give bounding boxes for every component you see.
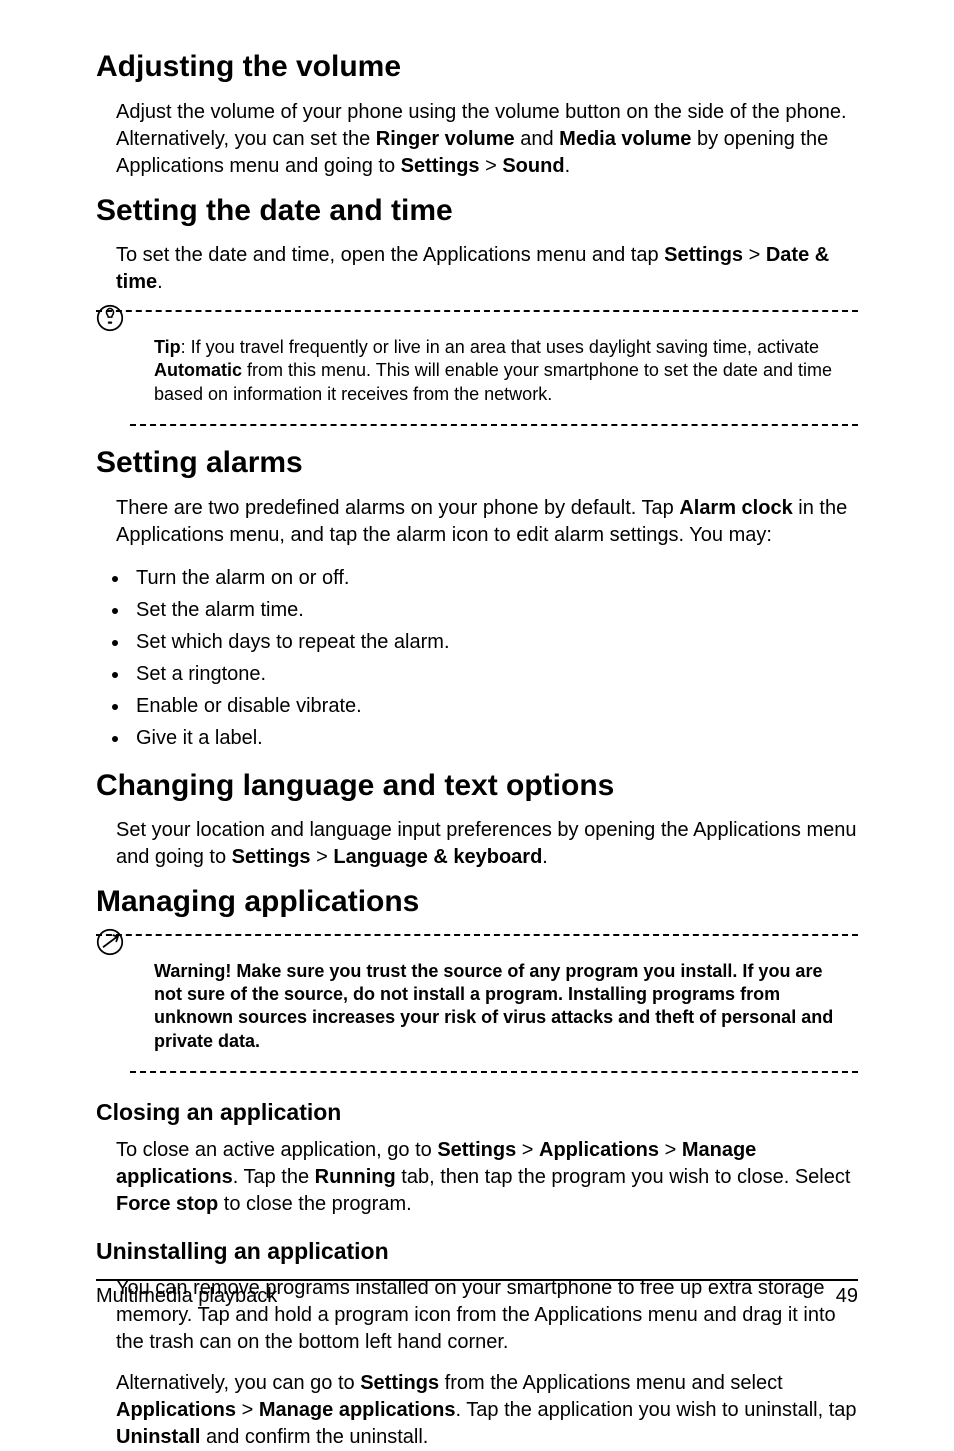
- heading-setting-alarms: Setting alarms: [96, 446, 858, 481]
- warn-top-line: [96, 934, 858, 936]
- section-closing-body: To close an active application, go to Se…: [116, 1137, 858, 1218]
- page-root: Adjusting the volume Adjust the volume o…: [0, 0, 954, 1352]
- tip-top-line: [96, 310, 858, 312]
- tip-callout: Tip: If you travel frequently or live in…: [96, 310, 858, 432]
- warn-bottom-line: [130, 1071, 858, 1073]
- alarm-bullet-list: Turn the alarm on or off. Set the alarm …: [116, 563, 858, 753]
- section-date-time-body: To set the date and time, open the Appli…: [116, 242, 858, 296]
- tip-text: Tip: If you travel frequently or live in…: [154, 336, 850, 406]
- section-adjusting-volume-body: Adjust the volume of your phone using th…: [116, 99, 858, 180]
- section-language-body: Set your location and language input pre…: [116, 817, 858, 871]
- tip-bottom-line: [130, 424, 858, 426]
- list-item: Set which days to repeat the alarm.: [130, 627, 858, 657]
- footer-title: Multimedia playback: [96, 1285, 277, 1308]
- heading-setting-date-time: Setting the date and time: [96, 194, 858, 229]
- para-language: Set your location and language input pre…: [116, 817, 858, 871]
- list-item: Give it a label.: [130, 723, 858, 753]
- list-item: Set the alarm time.: [130, 595, 858, 625]
- page-footer: Multimedia playback 49: [96, 1279, 858, 1308]
- heading-closing-application: Closing an application: [96, 1099, 858, 1127]
- footer-divider: [96, 1279, 858, 1281]
- lightbulb-icon: [96, 304, 124, 332]
- page-number: 49: [836, 1285, 858, 1308]
- para-date-time: To set the date and time, open the Appli…: [116, 242, 858, 296]
- para-closing: To close an active application, go to Se…: [116, 1137, 858, 1218]
- list-item: Enable or disable vibrate.: [130, 691, 858, 721]
- list-item: Set a ringtone.: [130, 659, 858, 689]
- heading-uninstalling-application: Uninstalling an application: [96, 1238, 858, 1266]
- para-adjusting-volume: Adjust the volume of your phone using th…: [116, 99, 858, 180]
- para-alarms-intro: There are two predefined alarms on your …: [116, 495, 858, 549]
- heading-managing-applications: Managing applications: [96, 885, 858, 920]
- heading-language-options: Changing language and text options: [96, 769, 858, 804]
- section-alarms-body: There are two predefined alarms on your …: [116, 495, 858, 753]
- warning-callout: Warning! Make sure you trust the source …: [96, 934, 858, 1080]
- heading-adjusting-volume: Adjusting the volume: [96, 50, 858, 85]
- warning-text: Warning! Make sure you trust the source …: [154, 960, 850, 1054]
- para-uninstall-2: Alternatively, you can go to Settings fr…: [116, 1370, 858, 1451]
- warning-icon: [96, 928, 124, 956]
- list-item: Turn the alarm on or off.: [130, 563, 858, 593]
